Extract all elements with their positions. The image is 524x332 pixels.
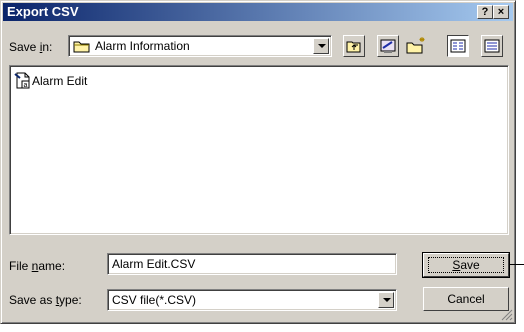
focus-rectangle bbox=[428, 257, 504, 273]
chevron-down-icon[interactable] bbox=[378, 292, 394, 308]
file-name-label: File name: bbox=[9, 259, 66, 273]
list-view-button[interactable] bbox=[447, 35, 469, 57]
desktop-button[interactable] bbox=[377, 35, 399, 57]
title-bar[interactable]: Export CSV ? × bbox=[3, 3, 513, 21]
file-list[interactable]: a Alarm Edit bbox=[9, 65, 509, 235]
export-csv-dialog: Export CSV ? × Save in: Alarm Informatio… bbox=[0, 0, 516, 324]
cancel-button[interactable]: Cancel bbox=[423, 287, 509, 311]
folder-icon bbox=[73, 41, 90, 53]
details-view-icon bbox=[484, 39, 500, 53]
help-icon: ? bbox=[481, 6, 489, 18]
save-button[interactable]: Save bbox=[422, 252, 510, 278]
file-name-field[interactable]: Alarm Edit.CSV bbox=[107, 253, 397, 275]
new-folder-icon bbox=[406, 37, 425, 54]
details-view-button[interactable] bbox=[481, 35, 503, 57]
csv-file-icon: a bbox=[14, 72, 30, 89]
callout-line bbox=[510, 264, 524, 265]
save-as-type-value: CSV file(*.CSV) bbox=[112, 293, 197, 307]
file-name: Alarm Edit bbox=[32, 74, 88, 88]
desktop-icon bbox=[380, 39, 396, 53]
close-icon: × bbox=[497, 6, 505, 18]
save-in-dropdown[interactable]: Alarm Information bbox=[68, 35, 332, 57]
list-view-icon bbox=[450, 39, 466, 53]
chevron-down-icon[interactable] bbox=[313, 38, 329, 54]
save-as-type-dropdown[interactable]: CSV file(*.CSV) bbox=[107, 289, 397, 311]
file-name-value: Alarm Edit.CSV bbox=[112, 257, 196, 271]
close-button[interactable]: × bbox=[493, 5, 509, 19]
save-in-label: Save in: bbox=[9, 40, 53, 54]
save-as-type-label: Save as type: bbox=[9, 293, 82, 307]
help-button[interactable]: ? bbox=[477, 5, 493, 19]
save-in-value: Alarm Information bbox=[95, 39, 190, 53]
svg-text:a: a bbox=[24, 82, 28, 89]
dialog-title: Export CSV bbox=[7, 4, 79, 19]
up-one-level-icon bbox=[346, 41, 361, 53]
resize-grip-icon[interactable] bbox=[501, 309, 513, 321]
up-one-level-button[interactable] bbox=[343, 35, 365, 57]
new-folder-button[interactable] bbox=[405, 35, 427, 57]
